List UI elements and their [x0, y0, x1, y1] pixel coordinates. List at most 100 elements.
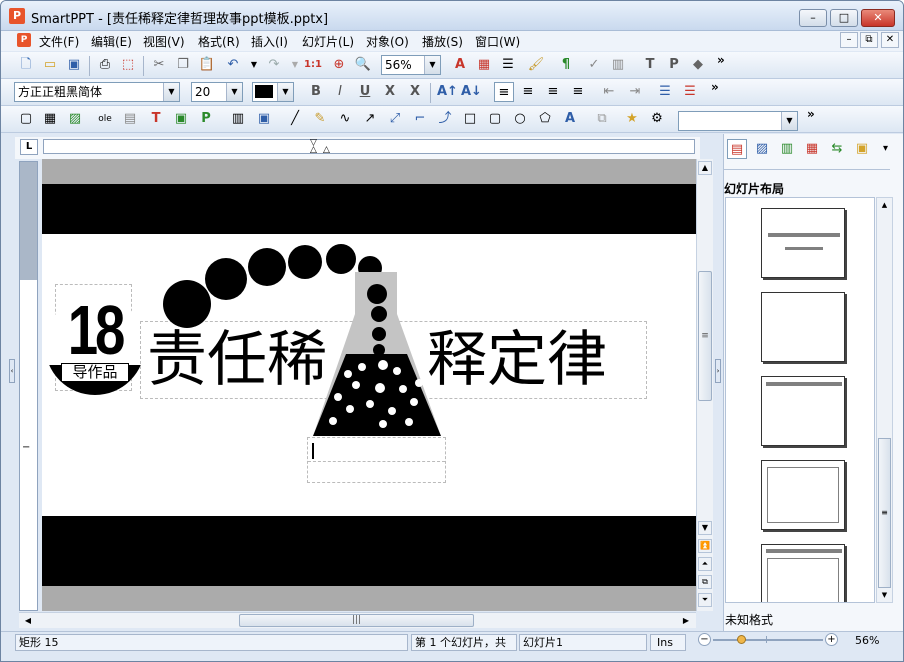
shapes-tool-icon[interactable]: ⬠	[535, 109, 555, 129]
zoom-slider-track[interactable]	[713, 639, 823, 641]
toolbar-more-icon[interactable]: »	[807, 107, 815, 121]
zoom-out-button[interactable]: −	[698, 633, 711, 646]
toolbar-more-icon[interactable]: »	[717, 53, 725, 67]
menu-slide[interactable]: 幻灯片(L)	[302, 33, 354, 50]
open-folder-icon[interactable]: ▭	[40, 55, 60, 75]
panel-scrollbar[interactable]: ▲ ≡ ▼	[876, 197, 893, 603]
chevron-down-icon[interactable]: ▼	[163, 83, 179, 101]
redo-icon[interactable]: ↷	[264, 55, 284, 75]
properties-icon[interactable]: ⚙	[647, 109, 667, 129]
layout-content[interactable]	[761, 460, 845, 530]
chevron-down-icon[interactable]: ▼	[277, 83, 293, 101]
spellcheck-icon[interactable]: ✓	[584, 55, 604, 75]
transition-panel-icon[interactable]: ⇆	[827, 139, 847, 159]
vertical-scroll-thumb[interactable]: ≡	[698, 271, 712, 401]
magnifier-icon[interactable]: 🔍	[353, 55, 373, 75]
grow-font-icon[interactable]: A↑	[437, 82, 458, 102]
tab-marker-icon[interactable]: △	[323, 145, 330, 155]
align-left-icon[interactable]: ≡	[494, 82, 514, 102]
bold-button[interactable]: B	[306, 82, 326, 102]
chevron-down-icon[interactable]: ▼	[781, 112, 797, 130]
panel-scroll-thumb[interactable]: ≡	[878, 438, 891, 588]
zoom-fit-icon[interactable]: ⊕	[329, 55, 349, 75]
panel-scroll-up-button[interactable]: ▲	[878, 199, 891, 212]
mdi-close-button[interactable]: ✕	[881, 32, 899, 48]
strikethrough-button[interactable]: X	[380, 82, 400, 102]
font-color-combo[interactable]: ▼	[252, 82, 294, 102]
minimize-button[interactable]: –	[799, 9, 827, 27]
scroll-down-button[interactable]: ▼	[698, 521, 712, 535]
paste-icon[interactable]: 📋	[197, 55, 217, 75]
pdf-export-icon[interactable]: ⬚	[118, 55, 138, 75]
layout-panel-icon[interactable]: ▤	[727, 139, 747, 159]
animation-panel-icon[interactable]: ▦	[802, 139, 822, 159]
curved-connector-icon[interactable]: ⤴	[435, 109, 455, 129]
menu-view[interactable]: 视图(V)	[143, 33, 185, 50]
insert-grid-icon[interactable]: ▦	[40, 109, 60, 129]
horizontal-scrollbar[interactable]: ◀ ||| ▶	[19, 612, 696, 628]
chevron-down-icon[interactable]: ▼	[424, 56, 440, 74]
undo-icon[interactable]: ↶	[223, 55, 243, 75]
menu-edit[interactable]: 编辑(E)	[91, 33, 132, 50]
layers-icon[interactable]: ◆	[688, 55, 708, 75]
menu-play[interactable]: 播放(S)	[422, 33, 463, 50]
actual-size-icon[interactable]: 1:1	[303, 55, 323, 75]
mdi-minimize-button[interactable]: –	[840, 32, 858, 48]
align-justify-icon[interactable]: ≡	[568, 82, 588, 102]
redo-dropdown-icon[interactable]: ▼	[285, 55, 305, 75]
clipart-panel-icon[interactable]: ▣	[852, 139, 872, 159]
panel-splitter[interactable]: ›	[713, 159, 723, 629]
increase-indent-icon[interactable]: ⇥	[625, 82, 645, 102]
star-icon[interactable]: ★	[622, 109, 642, 129]
layout-blank[interactable]	[761, 292, 845, 362]
scroll-left-button[interactable]: ◀	[21, 614, 35, 628]
tab-stop-selector[interactable]: L	[20, 139, 38, 155]
font-size-combo[interactable]: 20 ▼	[191, 82, 243, 102]
collapse-left-arrow-icon[interactable]: ‹	[9, 359, 15, 383]
print-icon[interactable]: ⎙	[95, 55, 115, 75]
menu-object[interactable]: 对象(O)	[366, 33, 409, 50]
horizontal-ruler[interactable]: ▽ △ △	[43, 139, 695, 155]
bullet-list-icon[interactable]: ☰	[655, 82, 675, 102]
indent-marker-icon[interactable]: ▽ △	[310, 139, 320, 155]
insert-table-icon[interactable]: ▦	[474, 55, 494, 75]
italic-button[interactable]: I	[330, 82, 350, 102]
shrink-font-icon[interactable]: A↓	[461, 82, 482, 102]
insert-frame-icon[interactable]: ▢	[16, 109, 36, 129]
menu-insert[interactable]: 插入(I)	[251, 33, 288, 50]
text-box-icon[interactable]: A	[450, 55, 470, 75]
flask-illustration[interactable]	[152, 239, 452, 439]
undo-dropdown-icon[interactable]: ▼	[244, 55, 264, 75]
wordart-icon[interactable]: A	[560, 109, 580, 129]
empty-text-box[interactable]	[307, 437, 446, 483]
zoom-in-button[interactable]: +	[825, 633, 838, 646]
layout-title-content[interactable]	[761, 544, 845, 602]
status-insert-mode[interactable]: Ins	[650, 634, 686, 651]
maximize-button[interactable]: □	[830, 9, 858, 27]
cut-icon[interactable]: ✂	[149, 55, 169, 75]
chevron-down-icon[interactable]: ▼	[226, 83, 242, 101]
panel-scroll-down-button[interactable]: ▼	[878, 589, 891, 602]
align-right-icon[interactable]: ≡	[543, 82, 563, 102]
vertical-scrollbar[interactable]: ▲ ≡ ▼ ⏫ ⏶ ⧉ ⏷	[696, 159, 713, 611]
align-center-icon[interactable]: ≡	[518, 82, 538, 102]
statistics-icon[interactable]: ▥	[608, 55, 628, 75]
first-slide-button[interactable]: ⏫	[698, 539, 712, 553]
rectangle-tool-icon[interactable]: □	[460, 109, 480, 129]
layout-title-slide[interactable]	[761, 208, 845, 278]
insert-text-icon[interactable]: T	[146, 109, 166, 129]
save-icon[interactable]: ▣	[64, 55, 84, 75]
shadow-button[interactable]: X	[405, 82, 425, 102]
format-painter-icon[interactable]: 🖌	[526, 55, 546, 75]
style-combo[interactable]: ▼	[678, 111, 798, 131]
group-icon[interactable]: ⧉	[592, 109, 612, 129]
previous-slide-button[interactable]: ⏶	[698, 557, 712, 571]
connector-icon[interactable]: ⤢	[385, 109, 405, 129]
scroll-up-button[interactable]: ▲	[698, 161, 712, 175]
insert-screen-icon[interactable]: ▣	[254, 109, 274, 129]
slide-view-button[interactable]: ⧉	[698, 575, 712, 589]
document-icon[interactable]: P	[17, 33, 31, 47]
copy-icon[interactable]: ❐	[173, 55, 193, 75]
panel-menu-icon[interactable]: ▾	[883, 143, 888, 154]
zoom-slider-knob[interactable]	[737, 635, 746, 644]
